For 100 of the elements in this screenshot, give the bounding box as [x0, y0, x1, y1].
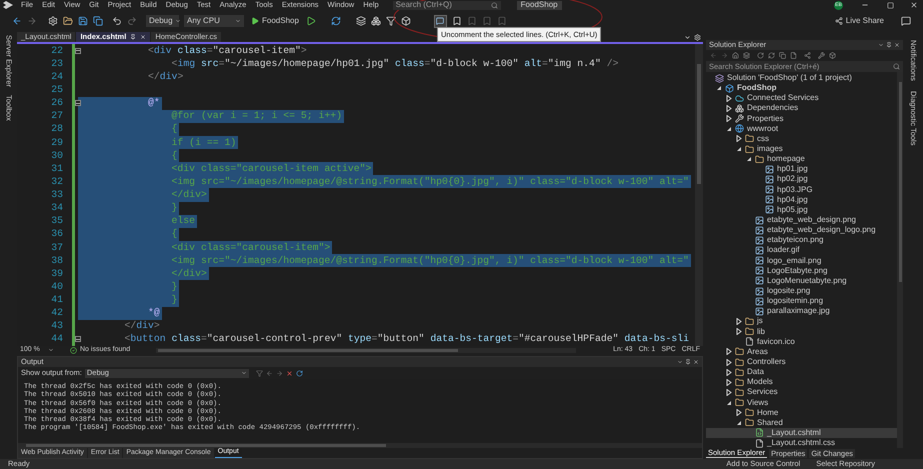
- close-icon[interactable]: [894, 42, 900, 48]
- tree-item[interactable]: FoodShop: [706, 83, 897, 94]
- tree-item[interactable]: etabyte_web_design.png: [706, 214, 897, 226]
- code-line: <img src="~/images/homepage/hp01.jpg" class="d-block w-100" alt="img n.4" />: [170, 57, 620, 70]
- tree-item[interactable]: logosite.png: [706, 286, 897, 296]
- horizontal-scrollbar[interactable]: [18, 443, 702, 448]
- close-icon[interactable]: [910, 1, 918, 9]
- back-icon[interactable]: [12, 16, 22, 26]
- tree-item[interactable]: Home: [706, 408, 897, 418]
- dropdown-icon[interactable]: [48, 347, 54, 353]
- expand-arrow-icon[interactable]: [736, 135, 742, 142]
- live-share-button[interactable]: Live Share: [834, 15, 884, 27]
- expand-arrow-icon[interactable]: [726, 94, 732, 102]
- expand-arrow-icon[interactable]: [736, 409, 742, 416]
- tree-item[interactable]: _Layout.cshtml.css: [706, 438, 897, 448]
- vertical-scrollbar[interactable]: [695, 44, 703, 346]
- tree-item[interactable]: hp01.jpg: [706, 164, 897, 174]
- tree-item[interactable]: hp03.JPG: [706, 184, 897, 195]
- configuration-dropdown[interactable]: Debug: [146, 15, 179, 27]
- tree-item[interactable]: Controllers: [706, 356, 897, 368]
- expand-arrow-icon[interactable]: [726, 115, 732, 122]
- settings-icon[interactable]: [694, 34, 701, 40]
- bookmark-icon[interactable]: [452, 16, 462, 26]
- tree-item[interactable]: js: [706, 316, 897, 327]
- tree-item[interactable]: Shared: [706, 418, 897, 428]
- image-file-icon: [765, 205, 774, 214]
- expand-arrow-icon[interactable]: [726, 358, 732, 366]
- search-field[interactable]: Search (Ctrl+Q): [392, 0, 501, 10]
- collapse-arrow-icon[interactable]: [736, 420, 742, 426]
- vertical-scrollbar[interactable]: [897, 72, 903, 448]
- cloud-icon: [735, 94, 744, 103]
- feedback-icon[interactable]: [901, 16, 911, 26]
- expand-arrow-icon[interactable]: [726, 368, 732, 376]
- toolbar-icon[interactable]: [370, 16, 381, 26]
- folder-icon: [745, 144, 754, 154]
- fold-marker-icon[interactable]: [75, 336, 81, 342]
- pin-icon[interactable]: [685, 359, 691, 365]
- tree-item[interactable]: lib: [706, 326, 897, 337]
- tree-item[interactable]: homepage: [706, 154, 897, 164]
- tree-item[interactable]: Views: [706, 398, 897, 408]
- expand-arrow-icon[interactable]: [736, 318, 742, 325]
- tree-item[interactable]: etabyte_web_design_logo.png: [706, 225, 897, 236]
- expand-arrow-icon[interactable]: [726, 388, 732, 396]
- collapse-arrow-icon[interactable]: [726, 126, 732, 132]
- tree-item[interactable]: logositemin.png: [706, 296, 897, 306]
- forward-icon[interactable]: [27, 16, 37, 26]
- horizontal-scrollbar[interactable]: [156, 348, 576, 352]
- tree-item[interactable]: etabyteicon.png: [706, 235, 897, 246]
- tab-list-icon[interactable]: [684, 34, 691, 40]
- tree-item[interactable]: parallaximage.jpg: [706, 306, 897, 316]
- undo-icon[interactable]: [112, 16, 122, 26]
- tree-item[interactable]: wwwroot: [706, 124, 897, 134]
- collapse-arrow-icon[interactable]: [746, 156, 752, 162]
- tree-item[interactable]: hp02.jpg: [706, 174, 897, 185]
- tree-item[interactable]: _Layout.cshtml: [706, 428, 897, 438]
- tree-item[interactable]: hp04.jpg: [706, 194, 897, 205]
- tree-item[interactable]: Data: [706, 367, 897, 378]
- home-icon[interactable]: [732, 52, 739, 59]
- refresh-icon[interactable]: [768, 52, 775, 59]
- fold-marker-icon[interactable]: [75, 48, 81, 54]
- refresh-icon[interactable]: [330, 16, 341, 26]
- tree-item[interactable]: logo_email.png: [706, 256, 897, 266]
- tree-item[interactable]: Solution 'FoodShop' (1 of 1 project): [706, 73, 897, 84]
- tree-item[interactable]: Connected Services: [706, 93, 897, 104]
- tree-item[interactable]: Areas: [706, 346, 897, 357]
- tree-item[interactable]: LogoEtabyte.png: [706, 266, 897, 276]
- start-without-debugging-icon[interactable]: [306, 16, 316, 26]
- collapse-arrow-icon[interactable]: [716, 85, 722, 92]
- platform-dropdown[interactable]: Any CPU: [184, 15, 244, 27]
- clear-all-icon[interactable]: [286, 370, 293, 376]
- tree-item[interactable]: Services: [706, 387, 897, 398]
- expand-arrow-icon[interactable]: [736, 328, 742, 336]
- search-icon[interactable]: [490, 2, 498, 8]
- expand-arrow-icon[interactable]: [726, 104, 732, 112]
- pin-icon[interactable]: [886, 42, 892, 48]
- collapse-arrow-icon[interactable]: [736, 146, 742, 152]
- tree-item[interactable]: LogoMenuetabyte.png: [706, 276, 897, 286]
- tree-item[interactable]: hp05.jpg: [706, 204, 897, 215]
- save-all-icon[interactable]: [93, 16, 103, 26]
- tree-item[interactable]: Models: [706, 377, 897, 388]
- close-icon[interactable]: [693, 359, 699, 365]
- open-folder-icon[interactable]: [63, 16, 73, 26]
- start-button[interactable]: FoodShop: [249, 15, 301, 27]
- maximize-icon[interactable]: [887, 2, 894, 8]
- tree-item[interactable]: css: [706, 134, 897, 144]
- tree-item[interactable]: images: [706, 144, 897, 154]
- redo-icon[interactable]: [127, 16, 137, 26]
- expand-arrow-icon[interactable]: [726, 348, 732, 356]
- tree-item[interactable]: loader.gif: [706, 245, 897, 256]
- tree-item[interactable]: Dependencies: [706, 103, 897, 114]
- save-icon[interactable]: [78, 16, 88, 26]
- tree-item[interactable]: favicon.ico: [706, 336, 897, 347]
- dropdown-icon[interactable]: [878, 42, 884, 48]
- collapse-arrow-icon[interactable]: [726, 400, 732, 406]
- logo-icon: [3, 1, 13, 9]
- expand-arrow-icon[interactable]: [726, 378, 732, 386]
- fold-marker-icon[interactable]: [75, 100, 81, 106]
- tree-item[interactable]: Properties: [706, 114, 897, 124]
- uncomment-button[interactable]: [434, 14, 447, 28]
- dropdown-icon[interactable]: [677, 359, 683, 365]
